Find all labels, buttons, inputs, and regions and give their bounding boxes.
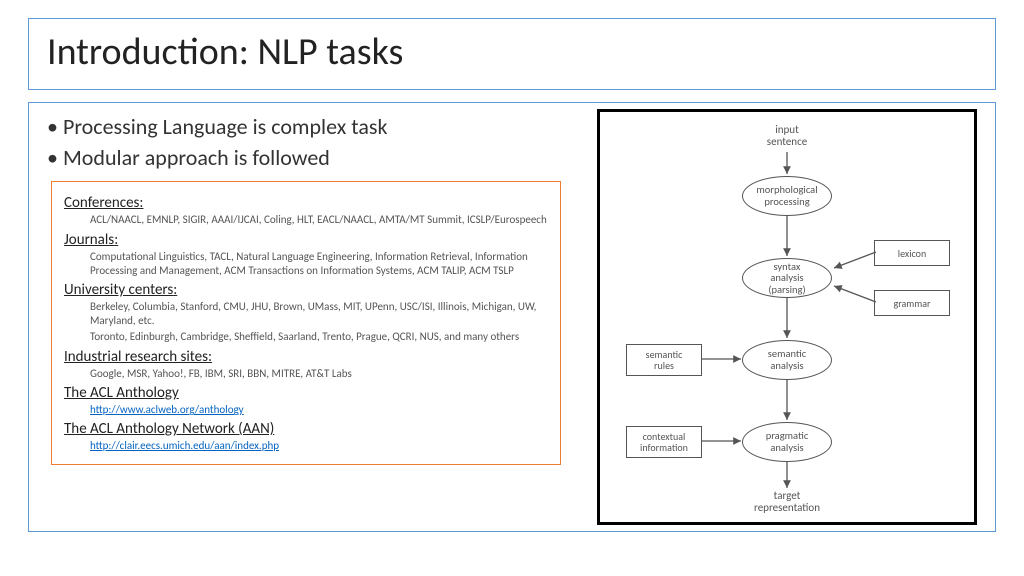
body-box: Processing Language is complex task Modu… bbox=[28, 102, 996, 532]
universities-body-2: Toronto, Edinburgh, Cambridge, Sheffield… bbox=[90, 330, 548, 344]
universities-body-1: Berkeley, Columbia, Stanford, CMU, JHU, … bbox=[90, 300, 548, 328]
diagram-lexicon-box: lexicon bbox=[874, 240, 950, 266]
diagram-pragmatic-node: pragmatic analysis bbox=[742, 422, 832, 462]
conferences-body: ACL/NAACL, EMNLP, SIGIR, AAAI/IJCAI, Col… bbox=[90, 213, 548, 227]
universities-heading: University centers: bbox=[64, 281, 548, 299]
anthology-heading: The ACL Anthology bbox=[64, 384, 548, 402]
slide-title: Introduction: NLP tasks bbox=[47, 29, 977, 75]
aan-link[interactable]: http://clair.eecs.umich.edu/aan/index.ph… bbox=[90, 439, 548, 452]
slide: Introduction: NLP tasks Processing Langu… bbox=[0, 0, 1024, 576]
industrial-heading: Industrial research sites: bbox=[64, 348, 548, 366]
journals-body: Computational Linguistics, TACL, Natural… bbox=[90, 250, 548, 278]
aan-heading: The ACL Anthology Network (AAN) bbox=[64, 420, 548, 438]
conferences-heading: Conferences: bbox=[64, 194, 548, 212]
title-box: Introduction: NLP tasks bbox=[28, 18, 996, 90]
diagram-target-text: target representation bbox=[754, 490, 820, 514]
pipeline-diagram: input sentence morphological processing … bbox=[597, 109, 977, 525]
diagram-grammar-box: grammar bbox=[874, 290, 950, 316]
diagram-semantic-node: semantic analysis bbox=[742, 340, 832, 380]
diagram-syntax-node: syntax analysis (parsing) bbox=[742, 258, 832, 298]
diagram-input-text: input sentence bbox=[767, 124, 807, 148]
diagram-morph-node: morphological processing bbox=[742, 176, 832, 216]
diagram-semantic-rules-box: semantic rules bbox=[626, 344, 702, 376]
diagram-contextual-box: contextual information bbox=[626, 426, 702, 458]
industrial-body: Google, MSR, Yahoo!, FB, IBM, SRI, BBN, … bbox=[90, 367, 548, 381]
journals-heading: Journals: bbox=[64, 231, 548, 249]
anthology-link[interactable]: http://www.aclweb.org/anthology bbox=[90, 403, 548, 416]
resources-box: Conferences: ACL/NAACL, EMNLP, SIGIR, AA… bbox=[51, 181, 561, 465]
